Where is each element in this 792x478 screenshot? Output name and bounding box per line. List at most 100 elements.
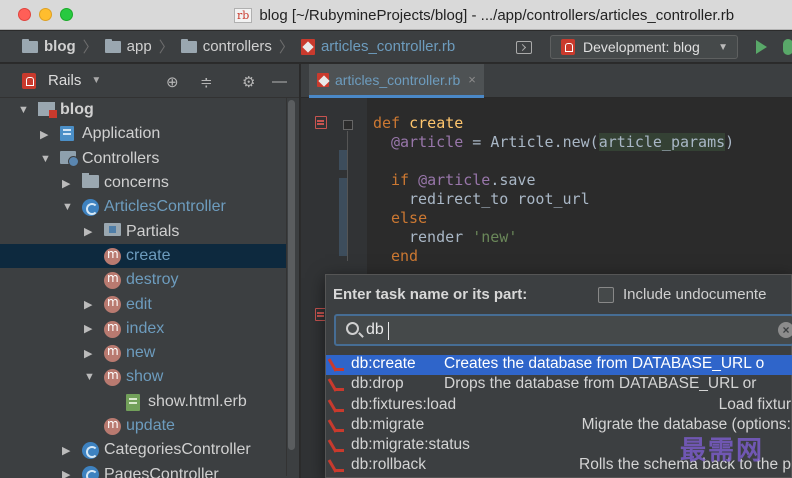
method-icon bbox=[104, 344, 121, 362]
tree-item-label: destroy bbox=[126, 271, 179, 289]
task-description: Creates the database from DATABASE_URL o bbox=[444, 355, 765, 372]
folder-icon bbox=[22, 38, 38, 53]
collapsed-arrow-icon[interactable]: ▶ bbox=[62, 177, 70, 190]
tree-item[interactable]: ▶ concerns bbox=[0, 171, 286, 195]
code-line: if @article.save bbox=[391, 171, 536, 189]
tab-label: articles_controller.rb bbox=[335, 71, 461, 88]
navigation-bar: blog 〉 app 〉 controllers 〉 articles_cont… bbox=[0, 31, 792, 63]
change-marker bbox=[339, 150, 347, 170]
rails-icon bbox=[561, 39, 575, 55]
tree-item[interactable]: ▼ blog bbox=[0, 98, 286, 122]
task-name: db:drop bbox=[351, 375, 404, 393]
tree-item-label: Application bbox=[82, 125, 161, 143]
tree-item[interactable]: show.html.erb bbox=[0, 390, 286, 414]
debug-button[interactable] bbox=[783, 39, 792, 55]
rake-task-icon bbox=[329, 357, 345, 373]
terminal-icon[interactable] bbox=[516, 40, 532, 54]
expanded-arrow-icon[interactable]: ▼ bbox=[40, 153, 51, 165]
tree-item[interactable]: ▶ new bbox=[0, 341, 286, 365]
tree-item-label: index bbox=[126, 319, 165, 337]
fold-icon[interactable] bbox=[343, 120, 353, 130]
collapsed-arrow-icon[interactable]: ▶ bbox=[40, 128, 48, 141]
project-folder-icon bbox=[38, 102, 57, 118]
tree-item-label: new bbox=[126, 344, 156, 362]
window-controls bbox=[18, 8, 73, 21]
tree-item[interactable]: ▶ index bbox=[0, 317, 286, 341]
zoom-window-button[interactable] bbox=[60, 8, 73, 21]
task-name: db:rollback bbox=[351, 456, 426, 474]
window-title: rb blog [~/RubymineProjects/blog] - .../… bbox=[234, 0, 734, 30]
controller-class-icon bbox=[82, 466, 99, 478]
breadcrumb-app[interactable]: app bbox=[104, 38, 152, 55]
method-icon bbox=[104, 320, 121, 338]
locate-file-icon[interactable]: ⊕ bbox=[166, 73, 179, 91]
code-line: redirect_to root_url bbox=[409, 190, 590, 208]
task-result-item[interactable]: db:drop Drops the database from DATABASE_… bbox=[326, 375, 792, 395]
close-icon[interactable]: × bbox=[468, 72, 476, 87]
minimize-window-button[interactable] bbox=[39, 8, 52, 21]
rake-task-icon bbox=[329, 418, 345, 434]
gear-icon[interactable]: ⚙ bbox=[242, 73, 255, 91]
collapse-all-icon[interactable]: ≑ bbox=[200, 73, 213, 91]
method-icon bbox=[104, 417, 121, 435]
collapsed-arrow-icon[interactable]: ▶ bbox=[84, 225, 92, 238]
expanded-arrow-icon[interactable]: ▼ bbox=[18, 104, 29, 116]
tab-articles-controller[interactable]: articles_controller.rb × bbox=[309, 64, 484, 98]
expanded-arrow-icon[interactable]: ▼ bbox=[62, 201, 73, 213]
tree-item[interactable]: ▼ show bbox=[0, 365, 286, 389]
tree-item[interactable]: ▼ ArticlesController bbox=[0, 195, 286, 219]
tree-item[interactable]: update bbox=[0, 414, 286, 438]
breadcrumb-blog[interactable]: blog bbox=[22, 38, 76, 55]
rubymine-window: rb blog [~/RubymineProjects/blog] - .../… bbox=[0, 0, 792, 478]
run-button[interactable] bbox=[756, 40, 767, 54]
editor-tab-bar: articles_controller.rb × bbox=[301, 64, 792, 98]
project-scrollbar[interactable] bbox=[286, 98, 295, 476]
popup-title: Enter task name or its part: bbox=[333, 286, 528, 303]
tree-item-label: edit bbox=[126, 295, 152, 313]
project-view-select[interactable]: Rails bbox=[48, 72, 81, 89]
collapsed-arrow-icon[interactable]: ▶ bbox=[62, 468, 70, 478]
rake-task-icon bbox=[329, 438, 345, 454]
breadcrumb-separator: 〉 bbox=[278, 39, 294, 56]
hide-panel-icon[interactable]: — bbox=[272, 73, 287, 90]
tree-item[interactable]: destroy bbox=[0, 268, 286, 292]
breadcrumb-file[interactable]: articles_controller.rb bbox=[300, 38, 455, 55]
task-name: db:fixtures:load bbox=[351, 395, 457, 413]
scrollbar-thumb[interactable] bbox=[288, 100, 295, 450]
collapsed-arrow-icon[interactable]: ▶ bbox=[84, 298, 92, 311]
rake-task-icon bbox=[329, 458, 345, 474]
toolbar-right: Development: blog ▼ bbox=[516, 31, 792, 63]
tree-item[interactable]: ▶ edit bbox=[0, 292, 286, 316]
run-configuration-select[interactable]: Development: blog ▼ bbox=[550, 35, 738, 59]
task-search-input[interactable]: db × bbox=[334, 314, 792, 346]
controller-class-icon bbox=[82, 442, 99, 460]
tree-item[interactable]: ▶ CategoriesController bbox=[0, 438, 286, 462]
tree-item[interactable]: ▼ Controllers bbox=[0, 147, 286, 171]
tree-item[interactable]: ▶ Partials bbox=[0, 219, 286, 243]
breadcrumb-controllers[interactable]: controllers bbox=[180, 38, 272, 55]
close-window-button[interactable] bbox=[18, 8, 31, 21]
tree-item-label: show bbox=[126, 368, 164, 386]
task-result-item[interactable]: db:create Creates the database from DATAB… bbox=[326, 355, 792, 376]
application-icon bbox=[60, 126, 74, 142]
expanded-arrow-icon[interactable]: ▼ bbox=[84, 371, 95, 383]
project-tree: ▼ blog ▶ Application ▼ Controllers ▶ concerns ▼ A… bbox=[0, 98, 286, 478]
clear-search-icon[interactable]: × bbox=[778, 322, 792, 338]
partials-folder-icon bbox=[104, 223, 121, 237]
code-line: render 'new' bbox=[409, 228, 518, 246]
tree-item[interactable]: ▶ PagesController bbox=[0, 462, 286, 478]
include-undocumented-checkbox[interactable] bbox=[598, 287, 614, 303]
task-result-item[interactable]: db:fixtures:load Load fixtur bbox=[326, 396, 792, 416]
collapsed-arrow-icon[interactable]: ▶ bbox=[62, 444, 70, 457]
tree-item[interactable]: ▶ Application bbox=[0, 122, 286, 146]
include-undocumented-label[interactable]: Include undocumente bbox=[623, 286, 766, 303]
tree-item[interactable]: create bbox=[0, 243, 286, 269]
task-description: Drops the database from DATABASE_URL or bbox=[444, 375, 757, 393]
breadcrumb-separator: 〉 bbox=[158, 39, 174, 56]
run-configuration-label: Development: blog bbox=[583, 39, 700, 55]
collapsed-arrow-icon[interactable]: ▶ bbox=[84, 347, 92, 360]
chevron-down-icon[interactable]: ▼ bbox=[91, 75, 101, 86]
method-marker-icon[interactable] bbox=[315, 116, 327, 129]
collapsed-arrow-icon[interactable]: ▶ bbox=[84, 322, 92, 335]
project-tool-window: Rails ▼ ⊕ ≑ ⚙ — ▼ blog ▶ Application ▼ Contro… bbox=[0, 64, 300, 478]
